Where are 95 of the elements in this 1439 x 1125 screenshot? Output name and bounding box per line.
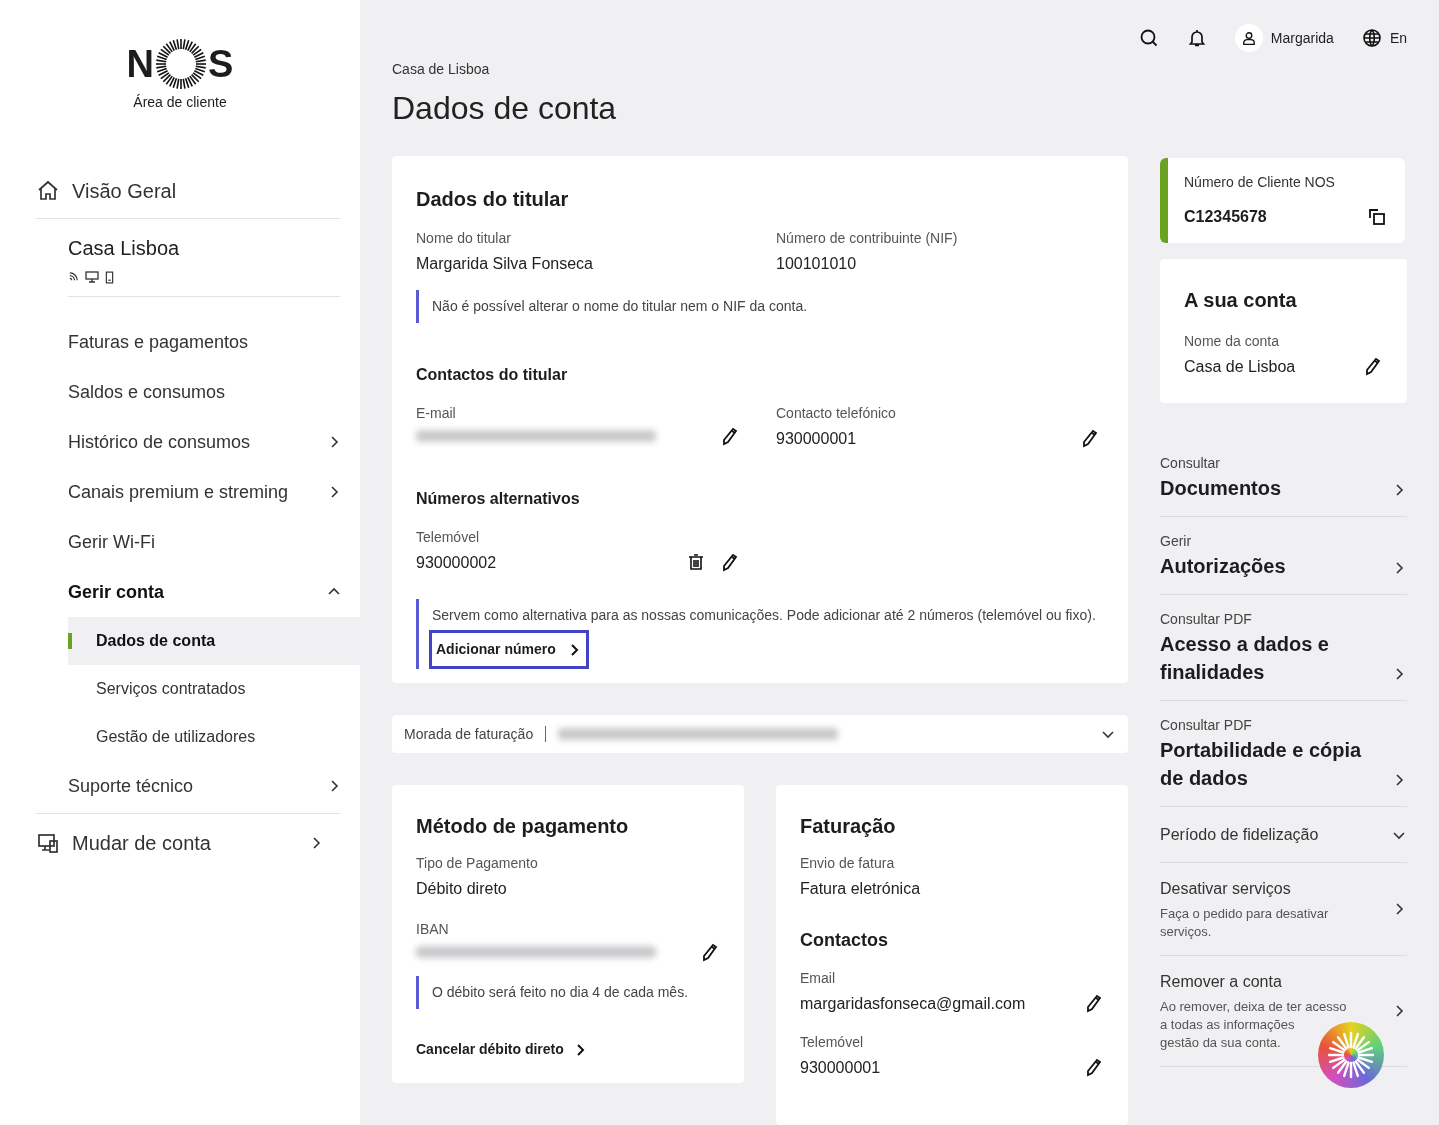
link-caption: Consultar PDF bbox=[1160, 716, 1253, 735]
link-description: Ao remover, deixa de ter acesso a todas as informações gestão da sua conta. bbox=[1160, 998, 1347, 1052]
user-icon bbox=[1234, 24, 1263, 52]
field-label: E-mail bbox=[416, 404, 457, 423]
side-link[interactable]: Consultar Documentos bbox=[1160, 439, 1407, 517]
info-note: O débito será feito no dia 4 de cada mês. bbox=[416, 976, 720, 1009]
globe-icon bbox=[1361, 28, 1382, 48]
sidebar-item[interactable]: Canais premium e streming bbox=[36, 467, 360, 517]
sidebar-item[interactable]: Faturas e pagamentos bbox=[36, 317, 360, 367]
logo-letter: N bbox=[126, 45, 155, 83]
sidebar-item[interactable]: Saldos e consumos bbox=[36, 367, 360, 417]
card-title: Dados do titular bbox=[416, 187, 570, 212]
bell-icon[interactable] bbox=[1186, 28, 1207, 48]
link-title: Período de fidelização bbox=[1160, 824, 1319, 845]
field-label: Morada de faturação bbox=[404, 724, 534, 744]
tv-icon bbox=[85, 271, 99, 283]
side-link[interactable]: Desativar serviços Faça o pedido para desativar serviços. bbox=[1160, 863, 1407, 956]
card-title: A sua conta bbox=[1184, 288, 1298, 313]
card-title: Método de pagamento bbox=[416, 814, 630, 839]
edit-icon[interactable] bbox=[720, 426, 740, 446]
side-link[interactable]: Período de fidelização bbox=[1160, 807, 1407, 863]
edit-icon[interactable] bbox=[700, 942, 720, 962]
field-label: Contacto telefónico bbox=[776, 404, 897, 423]
monitor-phone-icon bbox=[36, 831, 60, 855]
link-title: Acesso a dados e finalidades bbox=[1160, 632, 1330, 685]
sidebar-item[interactable]: Suporte técnico bbox=[36, 761, 360, 811]
account-name: Casa Lisboa bbox=[68, 236, 181, 261]
card-title: Faturação bbox=[800, 814, 897, 839]
copy-icon[interactable] bbox=[1367, 207, 1387, 227]
sidebar-subitem[interactable]: Gestão de utilizadores bbox=[68, 713, 360, 761]
field-label: Email bbox=[800, 969, 836, 988]
field-label: Número de contribuinte (NIF) bbox=[776, 229, 959, 248]
field-value: 100101010 bbox=[776, 254, 857, 274]
edit-icon[interactable] bbox=[1080, 427, 1100, 448]
field-value: 930000001 bbox=[776, 429, 857, 449]
field-label: Nome da conta bbox=[1184, 332, 1280, 351]
sidebar-item[interactable]: Gerir conta bbox=[36, 567, 360, 617]
field-value: Margarida Silva Fonseca bbox=[416, 254, 593, 274]
language-selector[interactable]: En bbox=[1361, 27, 1407, 49]
field-label: Telemóvel bbox=[800, 1033, 865, 1052]
breadcrumb: Casa de Lisboa bbox=[392, 60, 491, 79]
search-icon[interactable] bbox=[1138, 28, 1159, 48]
logo-subtitle: Área de cliente bbox=[133, 93, 227, 112]
sunburst-logo-icon bbox=[155, 38, 208, 90]
sidebar-item[interactable]: Gerir Wi-Fi bbox=[36, 517, 360, 567]
edit-icon[interactable] bbox=[1084, 992, 1104, 1013]
side-link[interactable]: Consultar PDF Portabilidade e cópia de dados bbox=[1160, 701, 1407, 807]
section-title: Contactos bbox=[800, 929, 889, 952]
field-value: Débito direto bbox=[416, 879, 507, 899]
field-value: Fatura eletrónica bbox=[800, 879, 921, 899]
field-value: 930000002 bbox=[416, 553, 497, 573]
field-label: Telemóvel bbox=[416, 528, 481, 547]
signal-icon bbox=[68, 271, 79, 282]
link-title: Portabilidade e cópia de dados bbox=[1160, 738, 1363, 791]
section-title: Números alternativos bbox=[416, 489, 581, 509]
link-title: Autorizações bbox=[1160, 554, 1286, 579]
field-value: margaridasfonseca@gmail.com bbox=[800, 994, 1026, 1014]
edit-icon[interactable] bbox=[1363, 355, 1383, 376]
page-title: Dados de conta bbox=[392, 89, 618, 128]
phone-icon bbox=[105, 271, 114, 284]
edit-icon[interactable] bbox=[1084, 1056, 1104, 1077]
user-menu[interactable]: Margarida bbox=[1234, 24, 1334, 52]
field-label: Tipo de Pagamento bbox=[416, 854, 539, 873]
sidebar-item[interactable]: Histórico de consumos bbox=[36, 417, 360, 467]
field-label: Envio de fatura bbox=[800, 854, 896, 873]
field-value: 930000001 bbox=[800, 1058, 881, 1078]
add-number-link[interactable]: Adicionar número bbox=[429, 630, 589, 669]
section-title: Contactos do titular bbox=[416, 365, 569, 385]
trash-icon[interactable] bbox=[686, 551, 706, 572]
info-note: Servem como alternativa para as nossas comunicações. Pode adicionar até 2 números (telemóvel ou fixo). bbox=[431, 606, 1097, 625]
sidebar-subitem[interactable]: Dados de conta bbox=[68, 617, 360, 665]
link-caption: Gerir bbox=[1160, 532, 1193, 551]
field-value: Casa de Lisboa bbox=[1184, 357, 1296, 377]
link-caption: Consultar PDF bbox=[1160, 610, 1253, 629]
field-label: Nome do titular bbox=[416, 229, 512, 248]
link-description: Faça o pedido para desativar serviços. bbox=[1160, 905, 1329, 941]
cancel-debit-link[interactable]: Cancelar débito direto bbox=[416, 1039, 588, 1060]
sunburst-icon bbox=[1326, 1030, 1376, 1080]
field-label: Número de Cliente NOS bbox=[1184, 173, 1336, 192]
address-dropdown[interactable]: Morada de faturação bbox=[392, 715, 1128, 753]
field-label: IBAN bbox=[416, 920, 450, 939]
side-link[interactable]: Consultar PDF Acesso a dados e finalidades bbox=[1160, 595, 1407, 701]
home-link[interactable]: Visão Geral bbox=[36, 165, 340, 219]
link-caption: Consultar bbox=[1160, 454, 1221, 473]
home-icon bbox=[36, 179, 60, 203]
info-note: Não é possível alterar o nome do titular nem o NIF da conta. bbox=[416, 290, 1104, 323]
link-title: Documentos bbox=[1160, 476, 1282, 501]
switch-account-link[interactable]: Mudar de conta bbox=[36, 813, 340, 858]
client-number: C12345678 bbox=[1184, 207, 1267, 227]
link-title: Remover a conta bbox=[1160, 972, 1283, 992]
logo-letter: S bbox=[208, 45, 234, 83]
sidebar-subitem[interactable]: Serviços contratados bbox=[68, 665, 360, 713]
side-link[interactable]: Gerir Autorizações bbox=[1160, 517, 1407, 595]
edit-icon[interactable] bbox=[720, 551, 740, 572]
link-title: Desativar serviços bbox=[1160, 879, 1292, 899]
